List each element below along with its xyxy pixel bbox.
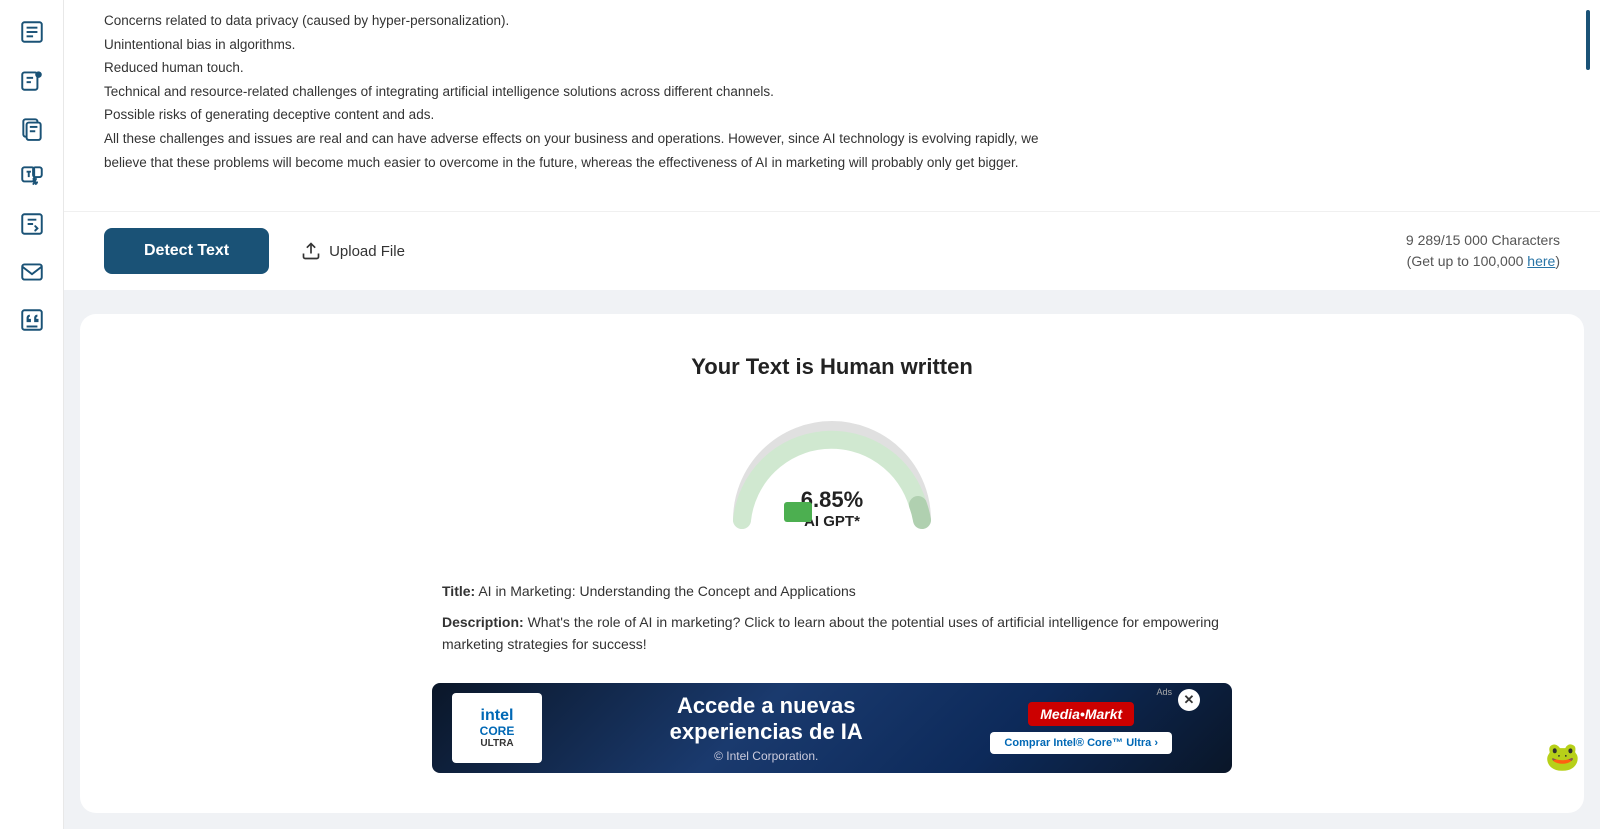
ad-cta-button[interactable]: Comprar Intel® Core™ Ultra ›	[990, 732, 1172, 754]
ad-right: Media•Markt Comprar Intel® Core™ Ultra ›	[990, 702, 1172, 754]
meta-title-label: Title:	[442, 583, 475, 599]
sidebar-item-rewrite[interactable]	[10, 202, 54, 246]
ad-main-text: Accede a nuevas	[542, 693, 990, 719]
text-line-4: Technical and resource-related challenge…	[104, 81, 1560, 103]
ad-intel-brand: intel	[480, 707, 515, 725]
upload-icon	[301, 241, 321, 261]
meta-section: Title: AI in Marketing: Understanding th…	[442, 580, 1222, 663]
text-line-3: Reduced human touch.	[104, 57, 1560, 79]
result-title: Your Text is Human written	[691, 354, 973, 380]
sidebar-item-quote[interactable]	[10, 298, 54, 342]
froggy-icon: 🐸	[1545, 740, 1580, 773]
text-line-2: Unintentional bias in algorithms.	[104, 34, 1560, 56]
sidebar-item-text-check[interactable]	[10, 10, 54, 54]
ad-banner: intel CORE ULTRA Accede a nuevas experie…	[432, 683, 1232, 773]
meta-desc-value: What's the role of AI in marketing? Clic…	[442, 614, 1219, 652]
text-line-1: Concerns related to data privacy (caused…	[104, 10, 1560, 32]
gauge-indicator	[784, 502, 812, 522]
action-bar: Detect Text Upload File 9 289/15 000 Cha…	[64, 211, 1600, 290]
sidebar-item-copy-check[interactable]	[10, 106, 54, 150]
ad-sub-text: © Intel Corporation.	[542, 749, 990, 763]
ad-main-text2: experiencias de IA	[542, 719, 990, 745]
upload-file-button[interactable]: Upload File	[289, 233, 417, 269]
sidebar-item-translate[interactable]	[10, 154, 54, 198]
here-link[interactable]: here	[1527, 253, 1555, 269]
meta-title-value: AI in Marketing: Understanding the Conce…	[478, 583, 855, 599]
text-line-5: Possible risks of generating deceptive c…	[104, 104, 1560, 126]
main-content: Concerns related to data privacy (caused…	[64, 0, 1600, 829]
ad-intel-logo: intel CORE ULTRA	[452, 693, 542, 763]
meta-desc-label: Description:	[442, 614, 524, 630]
ad-close-button[interactable]: ✕	[1178, 689, 1200, 711]
ad-label-text: Ads	[1156, 687, 1172, 697]
sidebar-item-email[interactable]	[10, 250, 54, 294]
text-line-6: All these challenges and issues are real…	[104, 128, 1560, 150]
char-upgrade-text: (Get up to 100,000 here)	[1407, 253, 1560, 269]
scroll-indicator[interactable]	[1586, 10, 1590, 70]
ad-center-text: Accede a nuevas experiencias de IA © Int…	[542, 693, 990, 763]
meta-desc-line: Description: What's the role of AI in ma…	[442, 611, 1222, 656]
ad-intel-ultra: ULTRA	[480, 738, 515, 749]
text-content: Concerns related to data privacy (caused…	[104, 10, 1560, 191]
gauge-container: 6.85% AI GPT*	[722, 410, 942, 530]
char-count-text: 9 289/15 000 Characters	[1406, 232, 1560, 248]
result-card: Your Text is Human written 6.85% AI GPT*	[80, 314, 1584, 813]
ad-intel-core: CORE	[480, 725, 515, 738]
sidebar	[0, 0, 64, 829]
divider	[64, 290, 1600, 298]
ad-mediamarkt: Media•Markt	[1028, 702, 1134, 726]
sidebar-item-ai-check[interactable]	[10, 58, 54, 102]
meta-title-line: Title: AI in Marketing: Understanding th…	[442, 580, 1222, 602]
input-card: Concerns related to data privacy (caused…	[64, 0, 1600, 211]
detect-text-button[interactable]: Detect Text	[104, 228, 269, 274]
char-count: 9 289/15 000 Characters (Get up to 100,0…	[1406, 230, 1560, 272]
text-line-7: believe that these problems will become …	[104, 152, 1560, 174]
upload-label: Upload File	[329, 243, 405, 260]
